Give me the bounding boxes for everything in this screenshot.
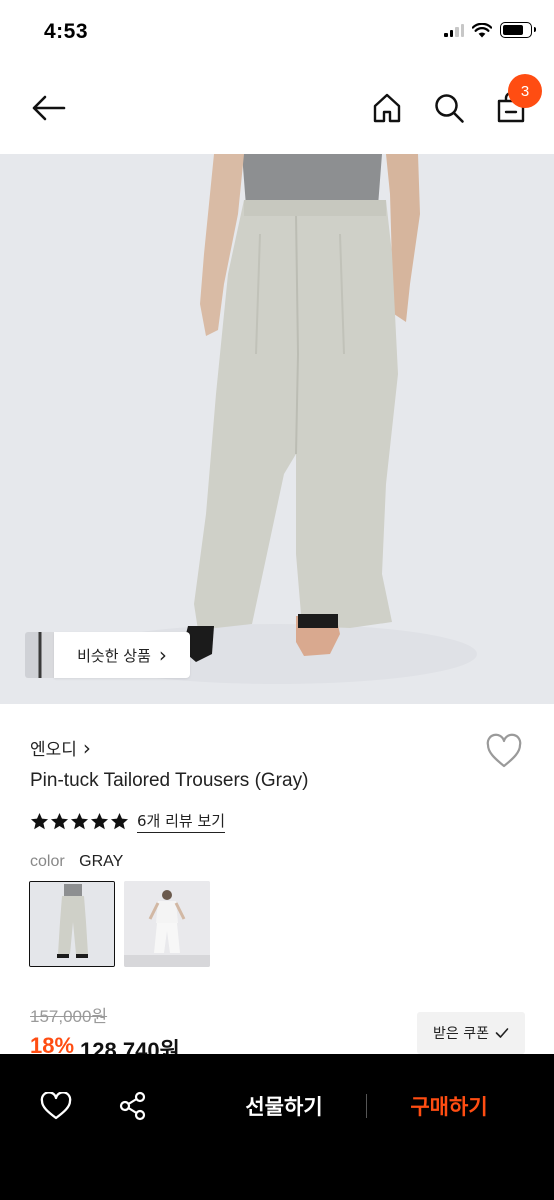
star-icon — [50, 812, 69, 830]
color-value: GRAY — [79, 853, 124, 870]
review-link[interactable]: 6개 리뷰 보기 — [137, 810, 226, 833]
cart-count-badge: 3 — [508, 74, 542, 108]
star-icon — [30, 812, 49, 830]
color-swatch-gray[interactable] — [29, 881, 115, 967]
product-title: Pin-tuck Tailored Trousers (Gray) — [30, 770, 309, 791]
buy-button[interactable]: 구매하기 — [389, 1088, 509, 1124]
similar-product-thumbnail[interactable] — [25, 632, 55, 678]
product-image[interactable] — [0, 154, 554, 704]
similar-products-button[interactable]: 비슷한 상품 › — [54, 632, 190, 678]
trousers-photo — [0, 154, 554, 704]
home-button[interactable] — [365, 86, 409, 130]
color-swatch-white[interactable] — [124, 881, 210, 967]
rating-stars — [30, 812, 129, 831]
received-coupon-button[interactable]: 받은 쿠폰 — [417, 1012, 525, 1054]
color-row: color GRAY — [30, 853, 123, 871]
brand-link[interactable]: 엔오디 › — [30, 735, 91, 761]
search-icon — [435, 94, 464, 123]
back-button[interactable] — [26, 86, 70, 130]
bottom-action-bar: 선물하기 구매하기 — [0, 1054, 554, 1200]
original-price: 157,000원 — [30, 1007, 108, 1026]
star-icon — [110, 812, 129, 830]
chevron-right-icon: › — [158, 643, 167, 667]
wifi-icon — [472, 22, 492, 37]
brand-name: 엔오디 — [30, 740, 77, 760]
bottom-bar-divider — [366, 1094, 367, 1118]
status-time: 4:53 — [44, 20, 89, 43]
wishlist-button[interactable] — [485, 733, 523, 769]
share-icon — [119, 1091, 146, 1121]
bottom-wishlist-button[interactable] — [36, 1086, 76, 1126]
coupon-label: 받은 쿠폰 — [433, 1026, 489, 1042]
search-button[interactable] — [427, 86, 471, 130]
home-icon — [373, 93, 401, 123]
gray-trousers-swatch — [30, 882, 114, 966]
chevron-right-icon: › — [82, 735, 91, 760]
battery-icon — [500, 22, 536, 38]
status-bar: 4:53 — [0, 0, 554, 66]
share-button[interactable] — [113, 1086, 153, 1126]
similar-products-label: 비슷한 상품 — [77, 646, 151, 665]
color-label: color — [30, 853, 65, 870]
cellular-signal-icon — [444, 23, 464, 37]
white-outfit-swatch — [124, 881, 210, 967]
rating-row: 6개 리뷰 보기 — [30, 810, 226, 833]
heart-icon — [40, 1092, 72, 1120]
nav-bar: 3 — [0, 66, 554, 154]
gift-button[interactable]: 선물하기 — [224, 1088, 344, 1124]
star-icon — [90, 812, 109, 830]
status-icons — [444, 22, 536, 38]
checkmark-icon — [495, 1028, 509, 1038]
back-arrow-icon — [32, 95, 66, 121]
heart-outline-icon — [486, 733, 522, 768]
star-icon — [70, 812, 89, 830]
